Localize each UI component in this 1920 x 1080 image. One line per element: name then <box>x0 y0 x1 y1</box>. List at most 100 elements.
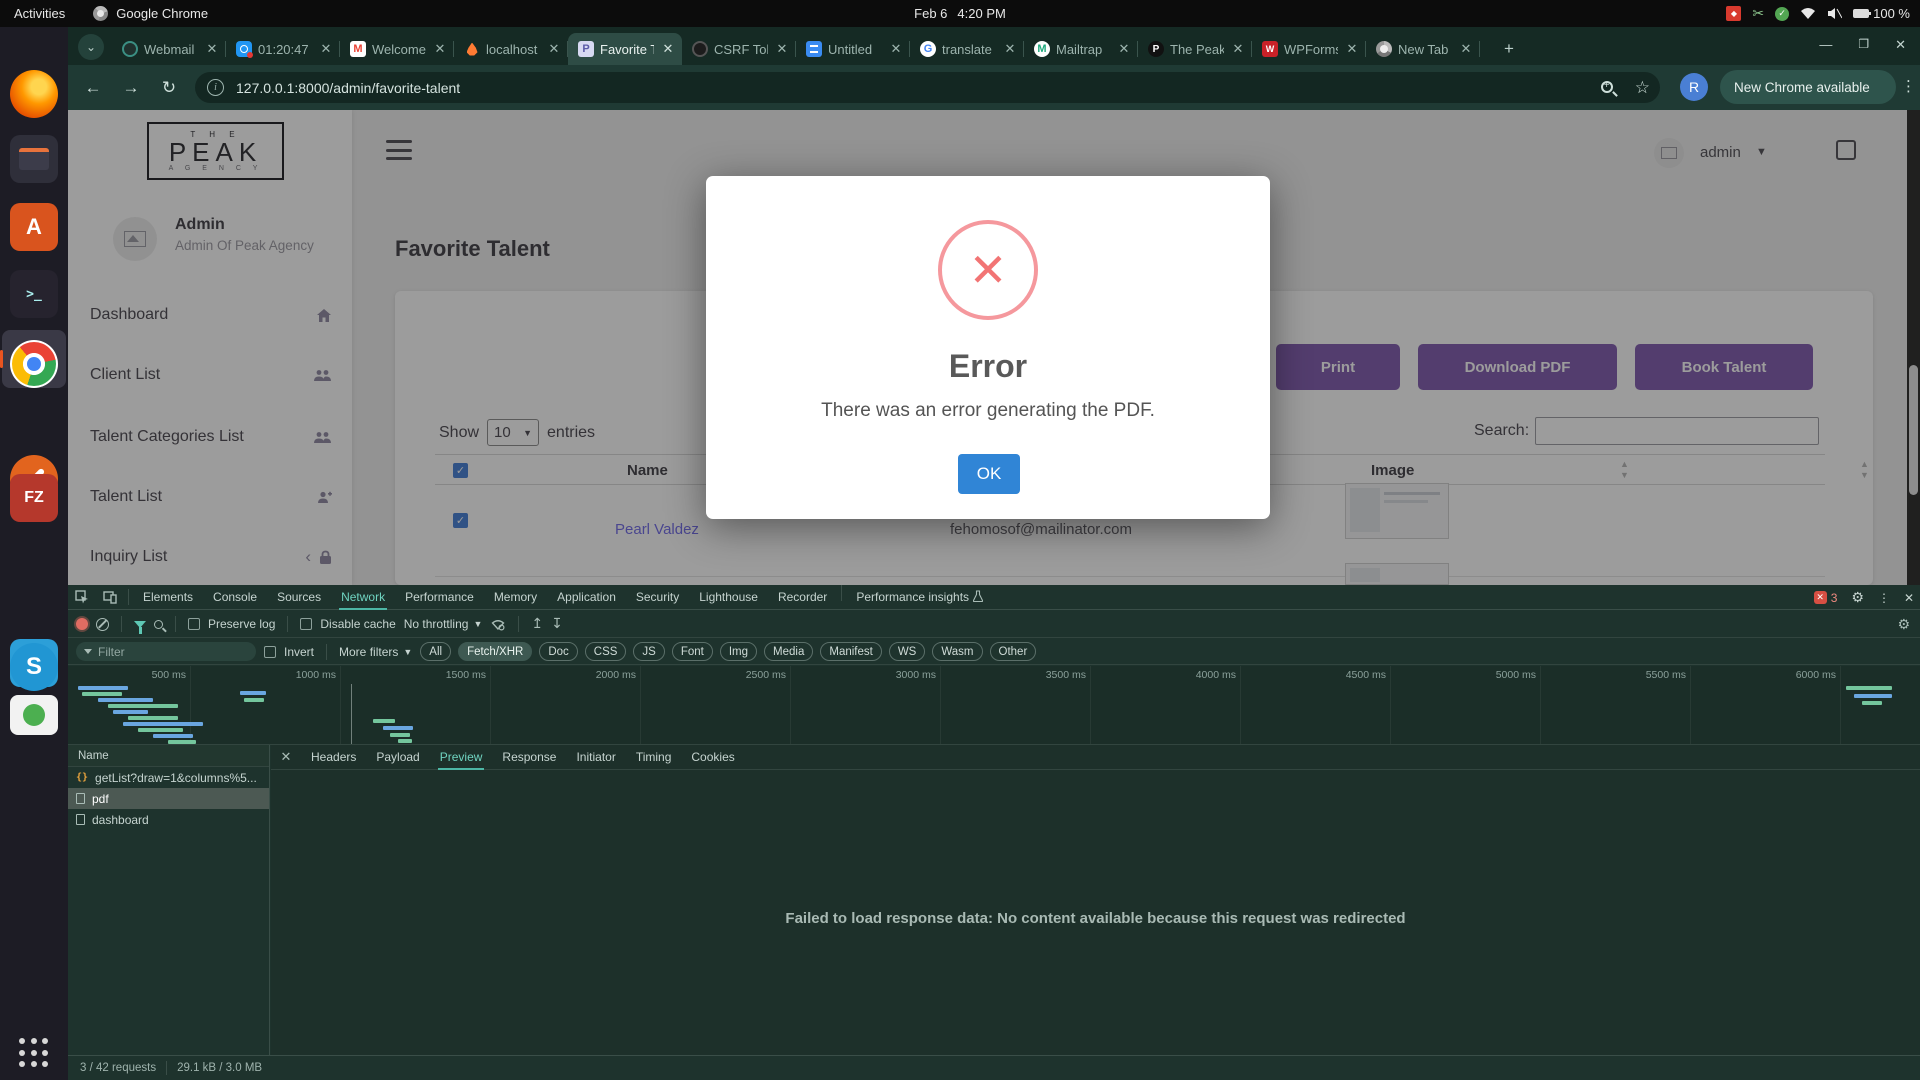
modal-ok-button[interactable]: OK <box>958 454 1020 494</box>
browser-tab-favorite-t[interactable]: PFavorite T✕ <box>568 33 682 65</box>
devtools-tab-security[interactable]: Security <box>626 585 689 610</box>
detail-tab-payload[interactable]: Payload <box>366 745 429 770</box>
tab-close-icon[interactable]: ✕ <box>318 41 334 57</box>
browser-tab-wpforms[interactable]: WWPForms✕ <box>1252 33 1366 65</box>
clock[interactable]: Feb 6 4:20 PM <box>914 6 1006 21</box>
tab-close-icon[interactable]: ✕ <box>432 41 448 57</box>
devtools-close-button[interactable]: ✕ <box>1904 591 1914 605</box>
tab-close-icon[interactable]: ✕ <box>660 41 676 57</box>
filter-pill-media[interactable]: Media <box>764 642 813 661</box>
tab-close-icon[interactable]: ✕ <box>888 41 904 57</box>
new-tab-button[interactable]: + <box>1496 36 1522 62</box>
browser-menu-kebab[interactable]: ⋮ <box>1901 77 1916 95</box>
files-dock-icon[interactable] <box>10 135 58 183</box>
focused-app-indicator[interactable]: Google Chrome <box>93 6 208 21</box>
filter-pill-wasm[interactable]: Wasm <box>932 642 982 661</box>
filter-pill-css[interactable]: CSS <box>585 642 627 661</box>
throttling-select[interactable]: No throttling▼ <box>404 617 483 631</box>
chrome-dock-icon[interactable] <box>10 340 58 388</box>
tab-close-icon[interactable]: ✕ <box>774 41 790 57</box>
filter-pill-ws[interactable]: WS <box>889 642 926 661</box>
filter-pill-all[interactable]: All <box>420 642 451 661</box>
import-har-icon[interactable]: ↥ <box>531 616 543 632</box>
terminal-dock-icon[interactable]: >_ <box>10 270 58 318</box>
record-network-log-button[interactable] <box>76 618 88 630</box>
requests-name-header[interactable]: Name <box>68 745 269 767</box>
devtools-tab-lighthouse[interactable]: Lighthouse <box>689 585 768 610</box>
devtools-tab-memory[interactable]: Memory <box>484 585 547 610</box>
network-overview-timeline[interactable]: 500 ms1000 ms1500 ms2000 ms2500 ms3000 m… <box>68 666 1920 745</box>
detail-tab-cookies[interactable]: Cookies <box>681 745 744 770</box>
request-row-getlist-draw-1-columns-5-[interactable]: {}getList?draw=1&columns%5... <box>68 767 269 788</box>
tab-close-icon[interactable]: ✕ <box>1002 41 1018 57</box>
site-info-icon[interactable]: i <box>207 79 224 96</box>
tab-close-icon[interactable]: ✕ <box>546 41 562 57</box>
preserve-log-checkbox[interactable] <box>188 618 200 630</box>
reload-button[interactable]: ↻ <box>154 73 184 103</box>
tab-search-chevron-button[interactable]: ⌄ <box>78 34 104 60</box>
detail-tab-response[interactable]: Response <box>492 745 566 770</box>
profile-avatar[interactable]: R <box>1680 73 1708 101</box>
devtools-tab-recorder[interactable]: Recorder <box>768 585 837 610</box>
detail-tab-initiator[interactable]: Initiator <box>566 745 625 770</box>
firefox-dock-icon[interactable] <box>10 70 58 118</box>
detail-tab-timing[interactable]: Timing <box>626 745 682 770</box>
bookmark-star-icon[interactable]: ☆ <box>1635 81 1650 95</box>
green-app-dock-icon[interactable] <box>10 695 58 735</box>
request-row-dashboard[interactable]: dashboard <box>68 809 269 830</box>
browser-tab-webmail[interactable]: Webmail✕ <box>112 33 226 65</box>
filter-pill-doc[interactable]: Doc <box>539 642 577 661</box>
show-applications-button[interactable] <box>16 1035 52 1071</box>
more-filters-button[interactable]: More filters▼ <box>339 645 412 659</box>
page-scrollbar[interactable] <box>1907 110 1920 585</box>
devtools-tab-console[interactable]: Console <box>203 585 267 610</box>
filezilla-dock-icon[interactable]: FZ <box>10 474 58 522</box>
browser-tab-localhost[interactable]: localhost✕ <box>454 33 568 65</box>
clear-network-log-button[interactable] <box>96 618 109 631</box>
filter-pill-img[interactable]: Img <box>720 642 757 661</box>
browser-tab-01-20-47[interactable]: 01:20:47✕ <box>226 33 340 65</box>
filter-pill-manifest[interactable]: Manifest <box>820 642 881 661</box>
search-network-icon[interactable] <box>154 620 163 629</box>
browser-tab-untitled[interactable]: Untitled✕ <box>796 33 910 65</box>
filter-pill-js[interactable]: JS <box>633 642 664 661</box>
window-close-button[interactable]: ✕ <box>1895 37 1906 53</box>
console-error-badge[interactable]: ✕3 <box>1814 591 1838 605</box>
inspect-element-icon[interactable] <box>68 585 96 609</box>
window-maximize-button[interactable]: ❐ <box>1858 37 1869 53</box>
detail-tab-preview[interactable]: Preview <box>430 745 493 770</box>
tab-close-icon[interactable]: ✕ <box>1116 41 1132 57</box>
activities-button[interactable]: Activities <box>14 6 65 21</box>
filter-pill-other[interactable]: Other <box>990 642 1037 661</box>
ubuntu-software-dock-icon[interactable]: A <box>10 203 58 251</box>
tab-close-icon[interactable]: ✕ <box>204 41 220 57</box>
devtools-tab-network[interactable]: Network <box>331 585 395 610</box>
devtools-tab-performance[interactable]: Performance <box>395 585 484 610</box>
chrome-update-button[interactable]: New Chrome available <box>1720 70 1896 104</box>
browser-tab-csrf-tok[interactable]: CSRF Tok✕ <box>682 33 796 65</box>
system-tray[interactable]: ◆ ✂ ✓ 100 % <box>1726 5 1910 22</box>
forward-button[interactable]: → <box>116 73 146 103</box>
window-minimize-button[interactable]: — <box>1819 37 1832 53</box>
detail-tab-headers[interactable]: Headers <box>301 745 366 770</box>
export-har-icon[interactable]: ↧ <box>551 616 563 632</box>
browser-tab-welcome[interactable]: MWelcome✕ <box>340 33 454 65</box>
device-toolbar-icon[interactable] <box>96 585 124 609</box>
browser-tab-the-peak[interactable]: PThe Peak✕ <box>1138 33 1252 65</box>
browser-tab-new-tab[interactable]: New Tab✕ <box>1366 33 1480 65</box>
filter-input[interactable]: Filter <box>76 642 256 661</box>
tab-close-icon[interactable]: ✕ <box>1458 41 1474 57</box>
tab-close-icon[interactable]: ✕ <box>1344 41 1360 57</box>
devtools-settings-gear-icon[interactable]: ⚙ <box>1851 589 1864 606</box>
devtools-tab-sources[interactable]: Sources <box>267 585 331 610</box>
back-button[interactable]: ← <box>78 73 108 103</box>
filter-toggle-icon[interactable] <box>134 621 146 628</box>
browser-tab-mailtrap[interactable]: MMailtrap✕ <box>1024 33 1138 65</box>
devtools-menu-kebab[interactable]: ⋮ <box>1878 591 1890 605</box>
filter-pill-fetch-xhr[interactable]: Fetch/XHR <box>458 642 532 661</box>
tab-close-icon[interactable]: ✕ <box>1230 41 1246 57</box>
devtools-tab-application[interactable]: Application <box>547 585 626 610</box>
browser-tab-translate[interactable]: Gtranslate✕ <box>910 33 1024 65</box>
filter-pill-font[interactable]: Font <box>672 642 713 661</box>
network-settings-gear-icon[interactable]: ⚙ <box>1897 616 1910 633</box>
